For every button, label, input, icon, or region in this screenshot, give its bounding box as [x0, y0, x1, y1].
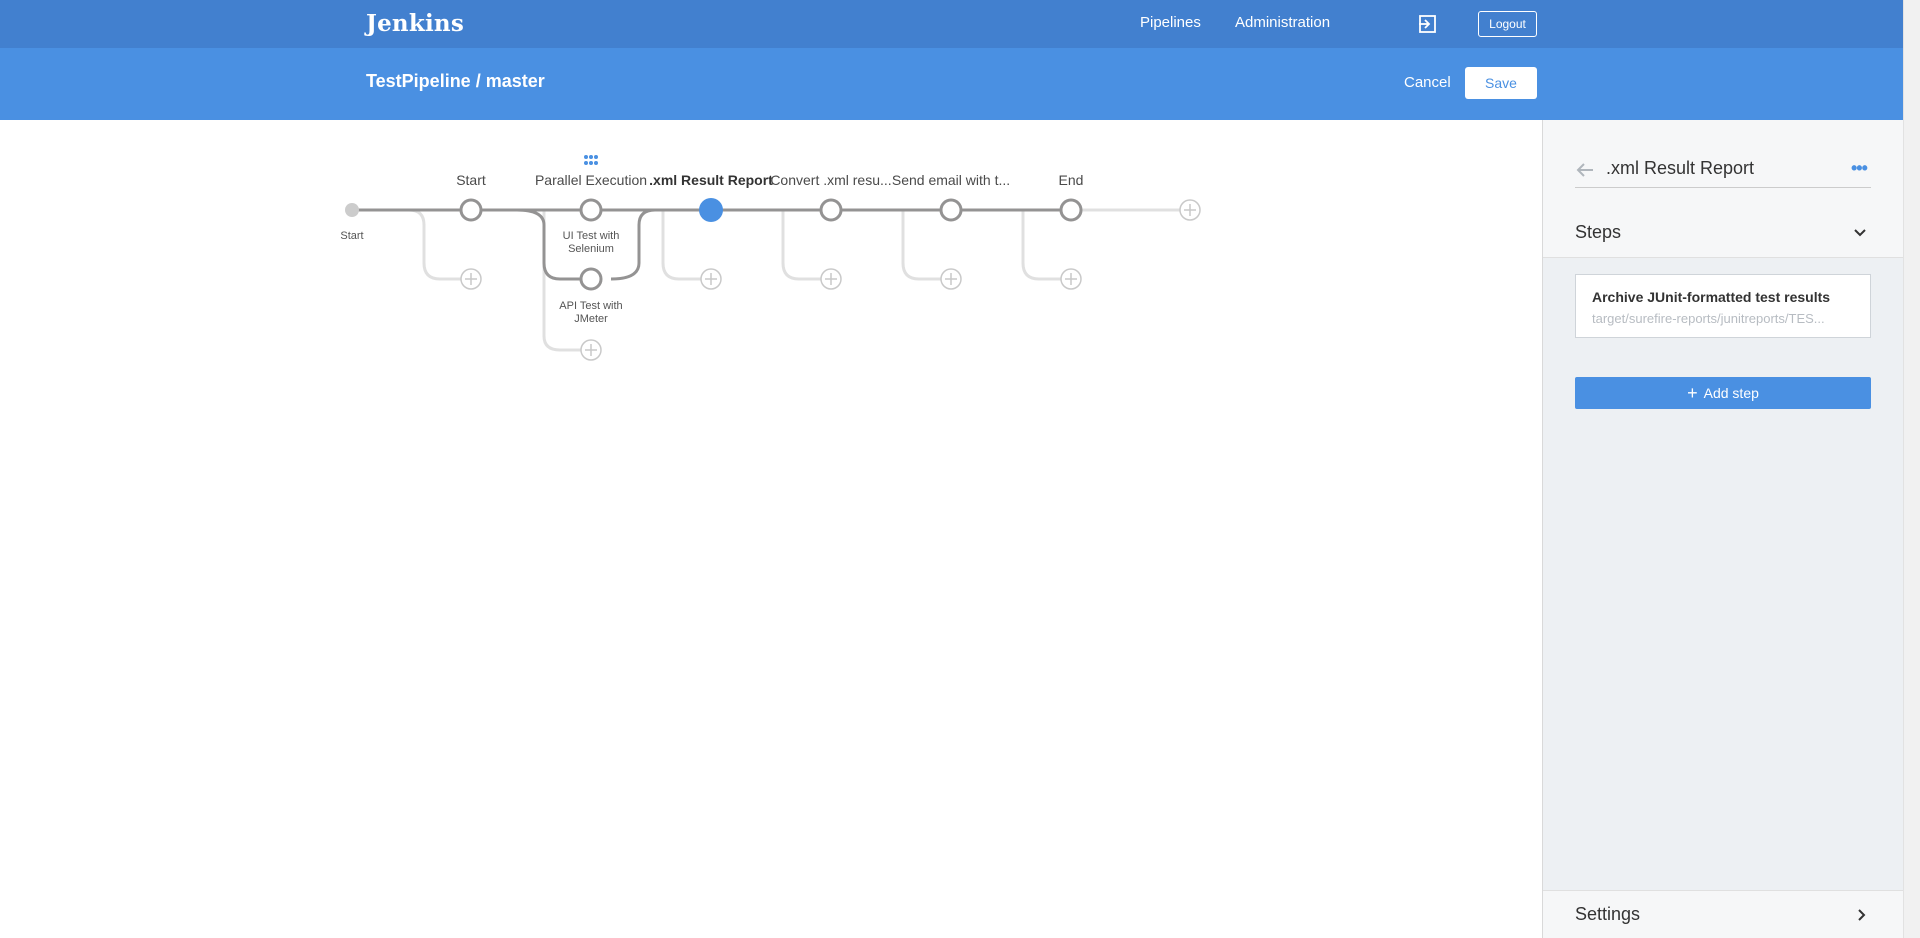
stage-name-underline [1575, 187, 1871, 188]
stage-name-field[interactable]: .xml Result Report [1606, 158, 1754, 179]
stage-config-sidebar: .xml Result Report ••• Steps Archive JUn… [1542, 120, 1903, 938]
branch-label-ui-test-line1: UI Test with [563, 230, 620, 242]
chevron-down-icon[interactable] [1853, 226, 1867, 240]
save-button[interactable]: Save [1465, 67, 1537, 99]
nav-administration-link[interactable]: Administration [1235, 14, 1330, 31]
branch-label-api-test-line2: JMeter [574, 313, 608, 325]
step-subtitle: target/surefire-reports/junitreports/TES… [1592, 311, 1825, 326]
back-arrow-icon[interactable] [1575, 160, 1595, 180]
stage-node-api-test[interactable] [579, 267, 603, 291]
jenkins-logo[interactable]: Jenkins [366, 10, 464, 37]
sign-out-icon[interactable] [1418, 14, 1438, 34]
stage-node-send-email[interactable] [939, 198, 963, 222]
page-title: TestPipeline / master [366, 71, 545, 91]
stage-node-xml-result-report-selected[interactable] [699, 198, 723, 222]
start-node-label: Start [340, 230, 363, 242]
start-node [345, 203, 359, 217]
step-title: Archive JUnit-formatted test results [1592, 289, 1831, 305]
stage-node-convert-xml[interactable] [819, 198, 843, 222]
page-scrollbar[interactable] [1903, 0, 1920, 938]
step-card[interactable]: Archive JUnit-formatted test results tar… [1575, 274, 1871, 338]
stage-node-ui-test[interactable] [579, 198, 603, 222]
settings-heading: Settings [1575, 904, 1641, 924]
stage-label-end[interactable]: End [1059, 172, 1084, 188]
more-options-icon[interactable]: ••• [1851, 158, 1868, 179]
stage-label-start[interactable]: Start [456, 172, 486, 188]
stage-label-parallel-execution[interactable]: Parallel Execution [535, 172, 647, 188]
add-stage-end-icon[interactable] [1179, 199, 1201, 221]
branch-label-api-test-line1: API Test with [559, 300, 622, 312]
parallel-drag-handle-icon[interactable] [584, 155, 598, 165]
chevron-right-icon [1855, 908, 1869, 922]
pipeline-graph: Start Start Parallel Execution .xml Resu… [340, 155, 1201, 361]
logout-button[interactable]: Logout [1478, 11, 1537, 37]
cancel-button[interactable]: Cancel [1404, 74, 1451, 91]
editor-header: TestPipeline / master Cancel Save [0, 48, 1903, 120]
pipeline-canvas: Start Start Parallel Execution .xml Resu… [0, 120, 1542, 938]
stage-label-convert-xml[interactable]: Convert .xml resu... [770, 172, 891, 188]
top-header: Jenkins Pipelines Administration Logout [0, 0, 1903, 48]
stage-label-send-email[interactable]: Send email with t... [892, 172, 1010, 188]
stage-node-start[interactable] [459, 198, 483, 222]
nav-pipelines-link[interactable]: Pipelines [1140, 14, 1201, 31]
sidebar-header: .xml Result Report ••• Steps [1543, 120, 1903, 257]
add-step-label: Add step [1703, 385, 1759, 401]
stage-label-xml-result-report[interactable]: .xml Result Report [649, 172, 773, 188]
add-branch-start-icon[interactable] [460, 268, 482, 290]
add-branch-xml-result-icon[interactable] [700, 268, 722, 290]
steps-panel [1543, 258, 1903, 890]
plus-icon: + [1687, 383, 1698, 403]
add-branch-end-icon[interactable] [1060, 268, 1082, 290]
settings-section[interactable]: Settings [1543, 890, 1903, 938]
branch-label-ui-test-line2: Selenium [568, 243, 614, 255]
stage-node-end[interactable] [1059, 198, 1083, 222]
add-branch-send-email-icon[interactable] [940, 268, 962, 290]
steps-heading[interactable]: Steps [1575, 222, 1621, 243]
add-step-button[interactable]: + Add step [1575, 377, 1871, 409]
add-branch-parallel-icon[interactable] [580, 339, 602, 361]
add-branch-convert-icon[interactable] [820, 268, 842, 290]
